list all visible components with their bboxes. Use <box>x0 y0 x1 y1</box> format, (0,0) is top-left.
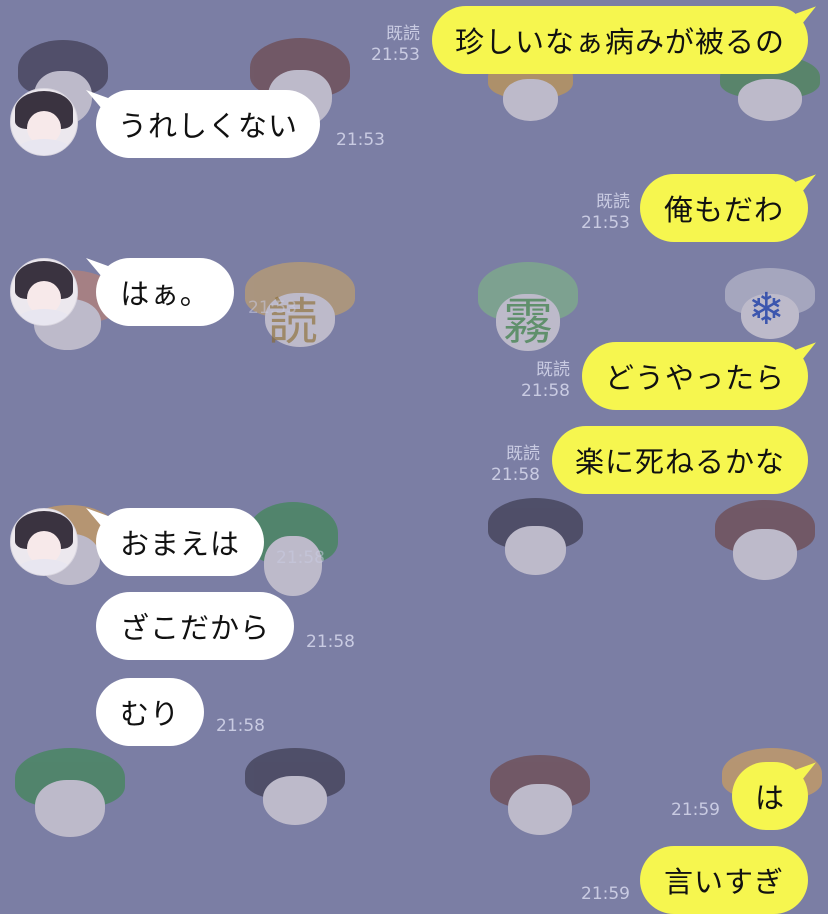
timestamp: 21:53 <box>371 45 420 65</box>
message-bubble-sent[interactable]: 珍しいなぁ病みが被るの <box>432 6 808 74</box>
snowflake-icon: ❄ <box>748 284 785 335</box>
message-bubble-received[interactable]: うれしくない <box>96 90 320 158</box>
avatar[interactable] <box>10 88 78 156</box>
timestamp: 21:58 <box>216 716 265 736</box>
wallpaper-character <box>488 498 583 580</box>
timestamp: 21:58 <box>276 548 325 568</box>
message-bubble-sent[interactable]: どうやったら <box>582 342 808 410</box>
avatar[interactable] <box>10 508 78 576</box>
read-receipt: 既読 <box>386 24 420 44</box>
message-meta: 既読 21:53 <box>581 192 630 234</box>
message-meta: 既読 21:58 <box>521 360 570 402</box>
wallpaper-character <box>715 500 815 585</box>
wallpaper-character <box>245 748 345 830</box>
wallpaper-kanji: 霧 <box>503 293 553 351</box>
message-bubble-received[interactable]: はぁ。 <box>96 258 234 326</box>
wallpaper-character <box>490 755 590 840</box>
timestamp: 21:59 <box>671 800 720 820</box>
avatar[interactable] <box>10 258 78 326</box>
wallpaper-character <box>15 748 125 843</box>
message-bubble-sent[interactable]: 言いすぎ <box>640 846 808 914</box>
timestamp: 21:53 <box>336 130 385 150</box>
timestamp: 21:53 <box>581 213 630 233</box>
read-receipt: 既読 <box>506 444 540 464</box>
chat-view: 読 霧 ❄ 既読 21:53 珍しいなぁ病みが被るの うれしくない 21:53 … <box>0 0 828 914</box>
timestamp: 21:58 <box>521 381 570 401</box>
message-meta: 既読 21:58 <box>491 444 540 486</box>
message-meta: 既読 21:53 <box>371 24 420 66</box>
message-bubble-sent[interactable]: 俺もだわ <box>640 174 808 242</box>
message-bubble-received[interactable]: おまえは <box>96 508 264 576</box>
message-bubble-sent[interactable]: は <box>732 762 808 830</box>
timestamp: 21:58 <box>306 632 355 652</box>
timestamp: 21:53 <box>248 298 297 318</box>
timestamp: 21:58 <box>491 465 540 485</box>
message-bubble-received[interactable]: ざこだから <box>96 592 294 660</box>
read-receipt: 既読 <box>536 360 570 380</box>
message-bubble-sent[interactable]: 楽に死ねるかな <box>552 426 808 494</box>
read-receipt: 既読 <box>596 192 630 212</box>
message-bubble-received[interactable]: むり <box>96 678 204 746</box>
timestamp: 21:59 <box>581 884 630 904</box>
